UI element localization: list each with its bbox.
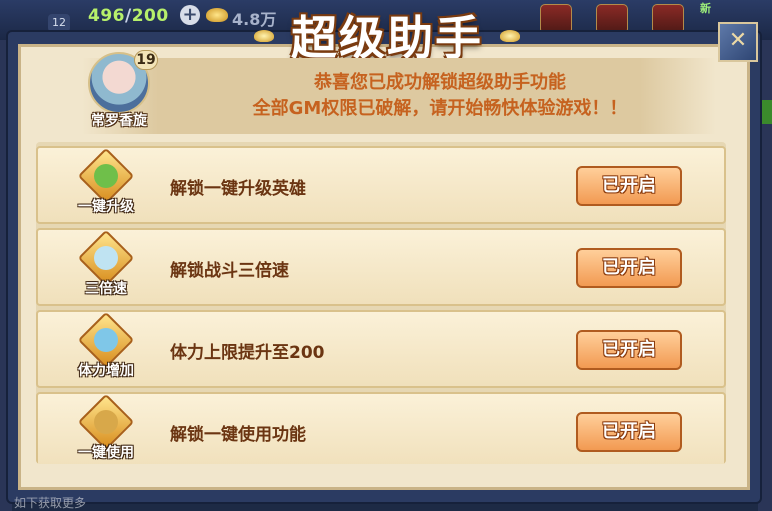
enabled-button[interactable]: 已开启 (576, 248, 682, 288)
stamina-current: 496 (88, 6, 125, 26)
stamina-counter: 496/200 (88, 6, 169, 26)
hud-menu-icon[interactable] (540, 4, 572, 34)
hud-badge: 12 (48, 14, 70, 32)
icon-gem (94, 328, 118, 352)
hero-name: 常罗香旋 (91, 113, 147, 129)
side-tab[interactable] (758, 100, 772, 124)
dialog-title: 超级助手 (254, 0, 520, 65)
icon-caption: 一键使用 (78, 445, 134, 461)
congrats-line-1: 恭喜您已成功解锁超级助手功能 (314, 72, 566, 93)
close-x-icon: ✕ (728, 28, 748, 53)
hud-menu-icon[interactable] (596, 4, 628, 34)
new-tag: 新 (700, 2, 711, 15)
icon-gem (94, 164, 118, 188)
feature-row-one-key-upgrade: 一键升级 解锁一键升级英雄 已开启 (36, 146, 726, 224)
feature-row-triple-speed: 三倍速 解锁战斗三倍速 已开启 (36, 228, 726, 306)
icon-gem (94, 410, 118, 434)
feature-label: 解锁一键升级英雄 (170, 179, 306, 199)
enabled-button[interactable]: 已开启 (576, 412, 682, 452)
stamina-potion-icon: 体力增加 (70, 311, 142, 379)
stamina-max: 200 (131, 6, 169, 26)
add-stamina-button[interactable]: + (180, 5, 200, 25)
feature-label: 体力上限提升至200 (170, 343, 325, 363)
winged-boot-icon: 三倍速 (70, 229, 142, 297)
feature-row-stamina-boost: 体力增加 体力上限提升至200 已开启 (36, 310, 726, 388)
close-button[interactable]: ✕ (718, 22, 758, 62)
congrats-message: 恭喜您已成功解锁超级助手功能 全部GM权限已破解，请开始畅快体验游戏！！ (170, 70, 710, 122)
feature-row-one-key-use: 一键使用 解锁一键使用功能 已开启 (36, 392, 726, 464)
icon-caption: 三倍速 (85, 281, 127, 297)
enabled-button[interactable]: 已开启 (576, 330, 682, 370)
stamina-separator: / (125, 6, 132, 26)
hud-menu-icon[interactable] (652, 4, 684, 34)
icon-caption: 体力增加 (78, 363, 134, 379)
icon-caption: 一键升级 (78, 199, 134, 215)
background-footer-text: 如下获取更多 (14, 496, 87, 510)
enabled-button[interactable]: 已开启 (576, 166, 682, 206)
icon-gem (94, 246, 118, 270)
feature-label: 解锁战斗三倍速 (170, 261, 289, 281)
feature-list: 一键升级 解锁一键升级英雄 已开启 三倍速 解锁战斗三倍速 已开启 体力增加 体… (36, 142, 726, 464)
hero-level-badge: 19 (134, 50, 158, 70)
gold-icon (206, 8, 228, 22)
gold-ingot-icon: 一键升级 (70, 147, 142, 215)
congrats-line-2: 全部GM权限已破解，请开始畅快体验游戏！！ (252, 98, 628, 119)
coin-icon: 一键使用 (70, 393, 142, 461)
feature-label: 解锁一键使用功能 (170, 425, 306, 445)
